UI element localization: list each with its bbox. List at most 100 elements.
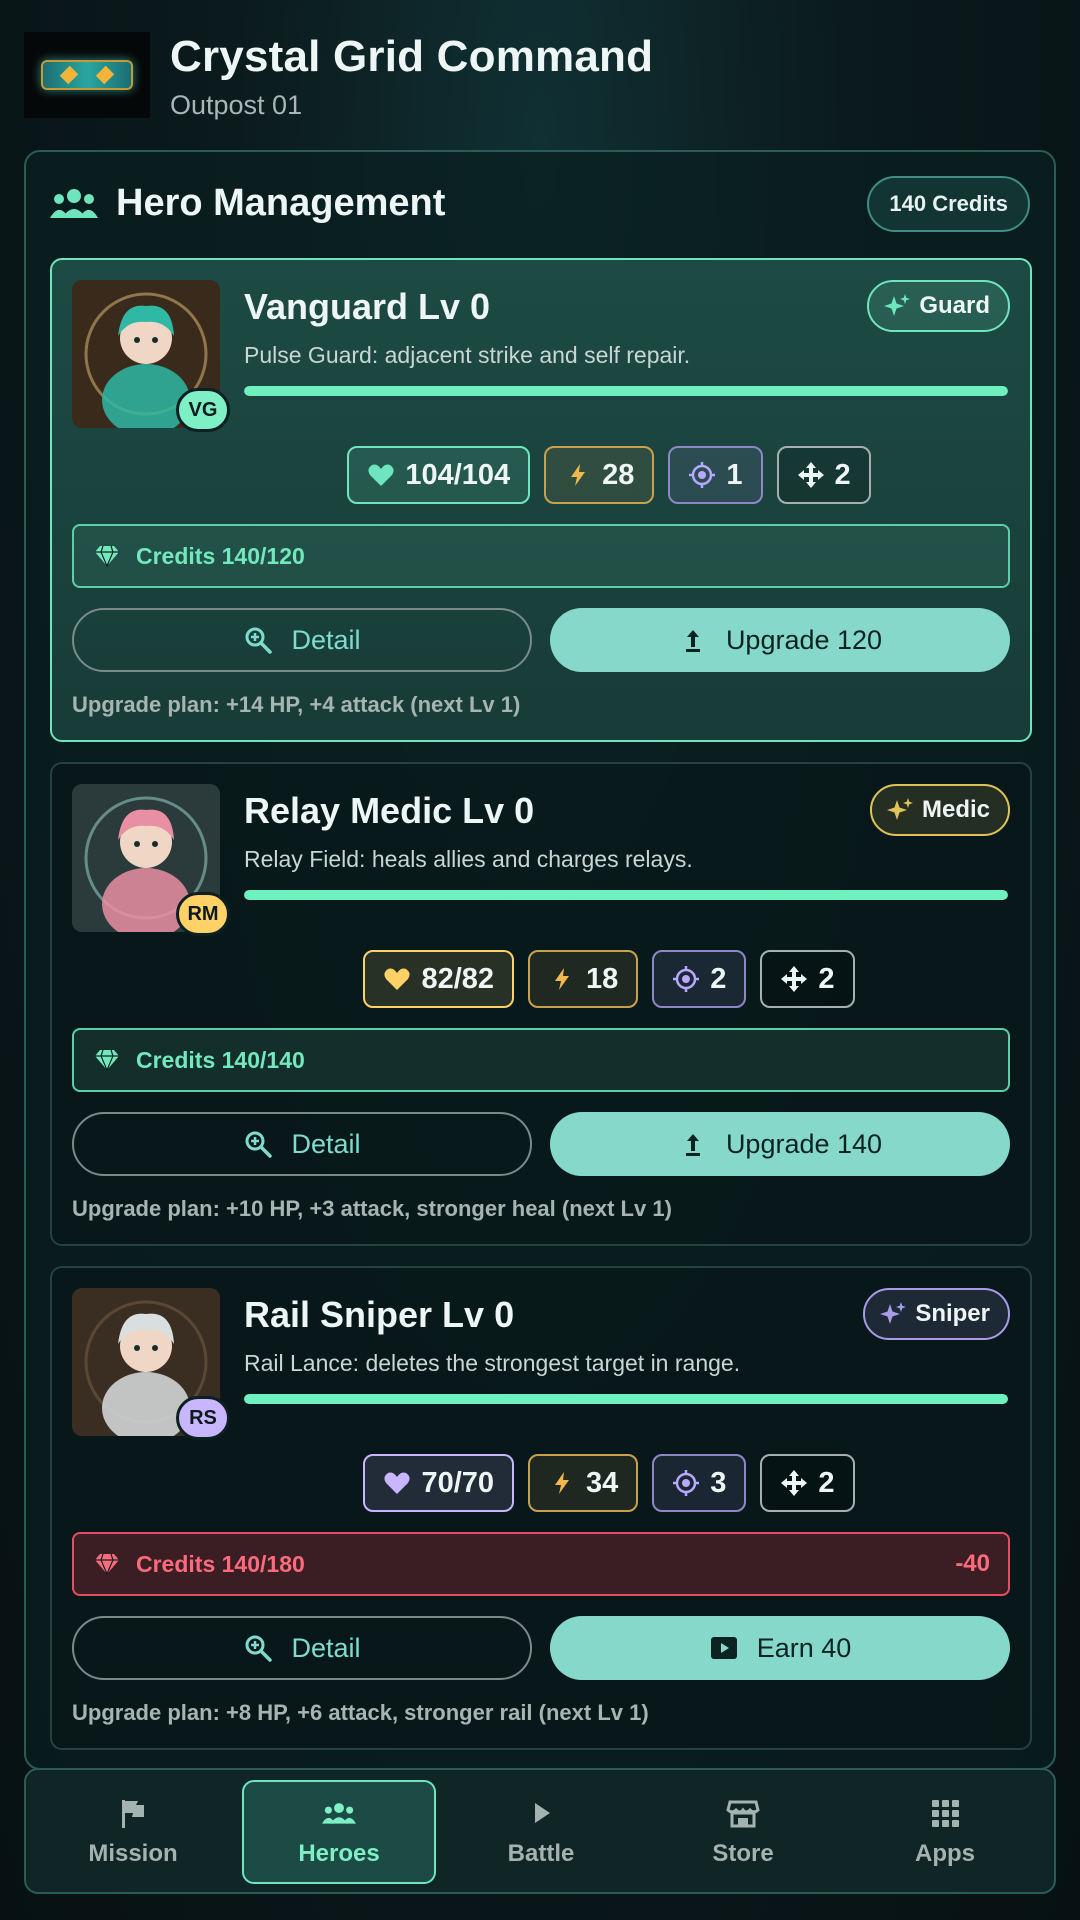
hero-ability-description: Relay Field: heals allies and charges re… — [244, 846, 693, 872]
flag-icon — [122, 1800, 144, 1828]
move-value: 2 — [818, 1466, 835, 1499]
action-button-label: Earn 40 — [756, 1632, 852, 1663]
credit-deficit: -40 — [955, 1550, 990, 1577]
nav-label: Battle — [507, 1840, 575, 1867]
detail-button-label: Detail — [291, 624, 361, 655]
nav-item-heroes[interactable]: Heroes — [242, 1780, 436, 1884]
hero-initials-badge: RM — [176, 892, 230, 936]
detail-button-label: Detail — [291, 1632, 361, 1663]
move-value: 2 — [818, 962, 835, 995]
role-badge: Medic — [869, 784, 1010, 836]
nav-item-store[interactable]: Store — [646, 1780, 840, 1884]
credits-balance-badge: 140 Credits — [867, 176, 1030, 232]
nav-item-apps[interactable]: Apps — [848, 1780, 1042, 1884]
gem-icon — [95, 545, 119, 568]
range-stat: 3 — [652, 1454, 747, 1512]
credit-requirement-text: Credits 140/180 — [136, 1550, 305, 1577]
stats-row: 82/82 18 2 2 — [52, 950, 1030, 1008]
hp-value: 104/104 — [405, 458, 511, 491]
upload-icon — [685, 1134, 700, 1156]
range-stat: 1 — [668, 446, 763, 504]
hp-stat: 82/82 — [363, 950, 515, 1008]
detail-button[interactable]: Detail — [72, 1112, 532, 1176]
hero-name: Vanguard Lv 0 — [244, 286, 491, 327]
move-icon — [797, 462, 824, 488]
hero-card[interactable]: VG Vanguard Lv 0 Guard Pulse Guard: adja… — [50, 258, 1032, 742]
app-title: Crystal Grid Command — [170, 32, 654, 81]
hero-card[interactable]: RS Rail Sniper Lv 0 Sniper Rail Lance: d… — [50, 1266, 1032, 1750]
upload-icon — [685, 630, 700, 652]
users-icon — [50, 189, 98, 218]
move-stat: 2 — [760, 1454, 855, 1512]
app-header: Crystal Grid Command Outpost 01 — [24, 32, 1056, 120]
attack-stat: 18 — [528, 950, 639, 1008]
move-value: 2 — [834, 458, 851, 491]
target-icon — [689, 462, 716, 488]
bolt-icon — [555, 968, 570, 990]
gem-icon — [95, 1553, 119, 1576]
search-icon — [245, 1131, 273, 1158]
heart-icon — [384, 1472, 411, 1494]
hero-initials-badge: RS — [176, 1396, 230, 1440]
hero-ability-description: Rail Lance: deletes the strongest target… — [244, 1350, 741, 1376]
hp-value: 70/70 — [421, 1466, 495, 1499]
credit-requirement-bar: Credits 140/180 -40 — [72, 1532, 1010, 1596]
app-subtitle: Outpost 01 — [170, 90, 303, 120]
range-value: 2 — [710, 962, 727, 995]
hp-stat: 104/104 — [347, 446, 531, 504]
experience-bar — [244, 386, 1008, 396]
store-icon — [726, 1800, 760, 1828]
sparkle-icon — [886, 798, 913, 820]
hero-card[interactable]: RM Relay Medic Lv 0 Medic Relay Field: h… — [50, 762, 1032, 1246]
move-icon — [781, 966, 808, 992]
detail-button[interactable]: Detail — [72, 1616, 532, 1680]
detail-button-label: Detail — [291, 1128, 361, 1159]
upgrade-button[interactable]: Upgrade 140 — [550, 1112, 1010, 1176]
hero-name: Relay Medic Lv 0 — [244, 790, 535, 831]
move-stat: 2 — [776, 446, 871, 504]
move-icon — [781, 1470, 808, 1496]
play-video-icon — [710, 1637, 737, 1659]
stats-row: 104/104 28 1 2 — [52, 446, 1030, 504]
nav-label: Mission — [88, 1840, 178, 1867]
nav-label: Heroes — [298, 1840, 380, 1867]
bolt-icon — [571, 464, 586, 486]
nav-item-battle[interactable]: Battle — [444, 1780, 638, 1884]
attack-value: 28 — [602, 458, 635, 491]
upgrade-plan: Upgrade plan: +10 HP, +3 attack, stronge… — [72, 1196, 672, 1221]
earn-credits-button[interactable]: Earn 40 — [550, 1616, 1010, 1680]
role-label: Sniper — [915, 1300, 990, 1327]
detail-button[interactable]: Detail — [72, 608, 532, 672]
crystal-grid-logo — [24, 32, 150, 118]
upgrade-plan: Upgrade plan: +8 HP, +6 attack, stronger… — [72, 1700, 649, 1725]
nav-item-mission[interactable]: Mission — [36, 1780, 230, 1884]
action-button-label: Upgrade 140 — [725, 1128, 883, 1159]
role-label: Medic — [921, 796, 990, 823]
upgrade-button[interactable]: Upgrade 120 — [550, 608, 1010, 672]
upgrade-plan: Upgrade plan: +14 HP, +4 attack (next Lv… — [72, 692, 521, 717]
panel-header: Hero Management 140 Credits — [50, 176, 1030, 236]
hero-ability-description: Pulse Guard: adjacent strike and self re… — [244, 342, 691, 368]
attack-stat: 34 — [528, 1454, 639, 1512]
sparkle-icon — [880, 1302, 907, 1324]
experience-bar — [244, 1394, 1008, 1404]
attack-value: 34 — [586, 1466, 619, 1499]
target-icon — [673, 1470, 700, 1496]
role-label: Guard — [919, 292, 990, 319]
target-icon — [673, 966, 700, 992]
credit-requirement-bar: Credits 140/140 — [72, 1028, 1010, 1092]
range-stat: 2 — [652, 950, 747, 1008]
move-stat: 2 — [760, 950, 855, 1008]
role-badge: Guard — [867, 280, 1010, 332]
heart-icon — [368, 464, 394, 486]
users-icon — [322, 1803, 356, 1824]
experience-bar — [244, 890, 1008, 900]
hero-name: Rail Sniper Lv 0 — [244, 1294, 515, 1335]
hp-value: 82/82 — [421, 962, 495, 995]
gem-icon — [95, 1049, 119, 1072]
action-button-label: Upgrade 120 — [725, 624, 883, 655]
range-value: 1 — [726, 458, 743, 491]
attack-stat: 28 — [544, 446, 655, 504]
panel-title: Hero Management — [116, 182, 446, 224]
credit-requirement-text: Credits 140/140 — [136, 1046, 305, 1073]
